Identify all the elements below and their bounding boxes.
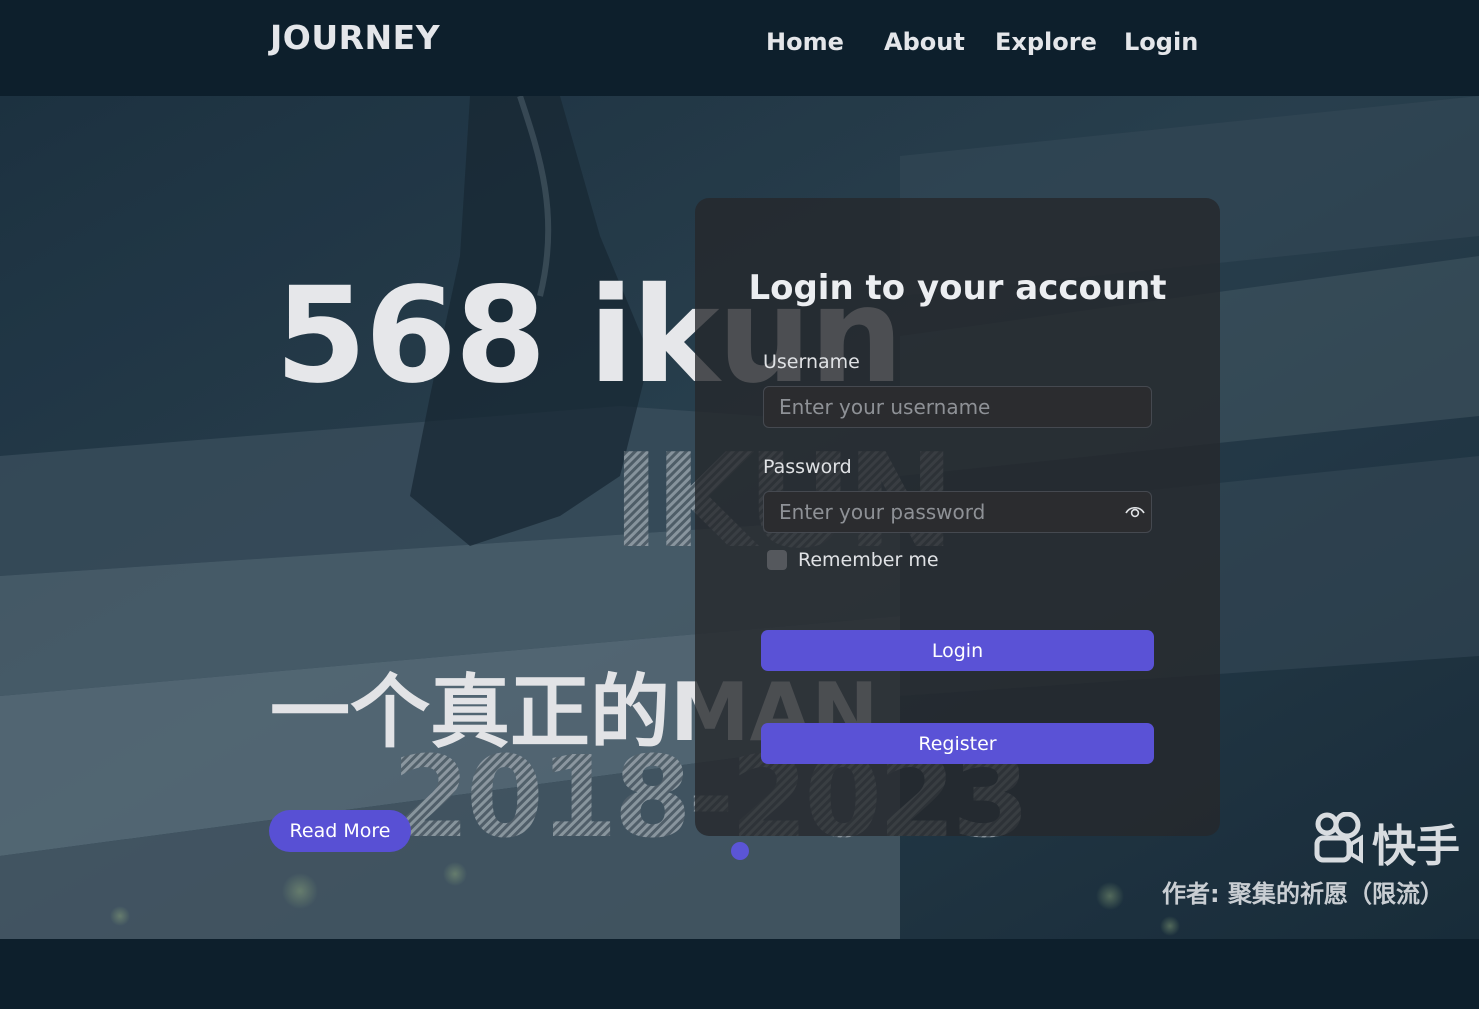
nav-home-link[interactable]: Home (766, 28, 844, 56)
eye-icon[interactable] (1125, 505, 1145, 519)
remember-me-label: Remember me (798, 549, 939, 571)
read-more-button[interactable]: Read More (269, 810, 411, 852)
username-label: Username (763, 351, 860, 373)
kuaishou-logo-icon (1314, 812, 1363, 864)
login-button[interactable]: Login (761, 630, 1154, 671)
nav-login-link[interactable]: Login (1124, 28, 1198, 56)
nav-about-link[interactable]: About (884, 28, 965, 56)
login-card: Login to your account Username Password … (695, 198, 1220, 836)
brand-logo[interactable]: JOURNEY (270, 18, 440, 57)
password-input[interactable] (763, 491, 1152, 533)
watermark-author: 作者: 聚集的祈愿（限流） (1162, 880, 1444, 908)
watermark-brand: 快手 (1372, 821, 1460, 872)
password-label: Password (763, 456, 852, 478)
navbar: JOURNEY Home About Explore Login (0, 0, 1479, 96)
register-button[interactable]: Register (761, 723, 1154, 764)
nav-explore-link[interactable]: Explore (995, 28, 1097, 56)
remember-me-checkbox[interactable] (767, 550, 787, 570)
carousel-indicator-dot[interactable] (731, 842, 749, 860)
login-title: Login to your account (748, 268, 1167, 308)
page: JOURNEY Home About Explore Login 568 iku… (0, 0, 1479, 1009)
username-input[interactable] (763, 386, 1152, 428)
